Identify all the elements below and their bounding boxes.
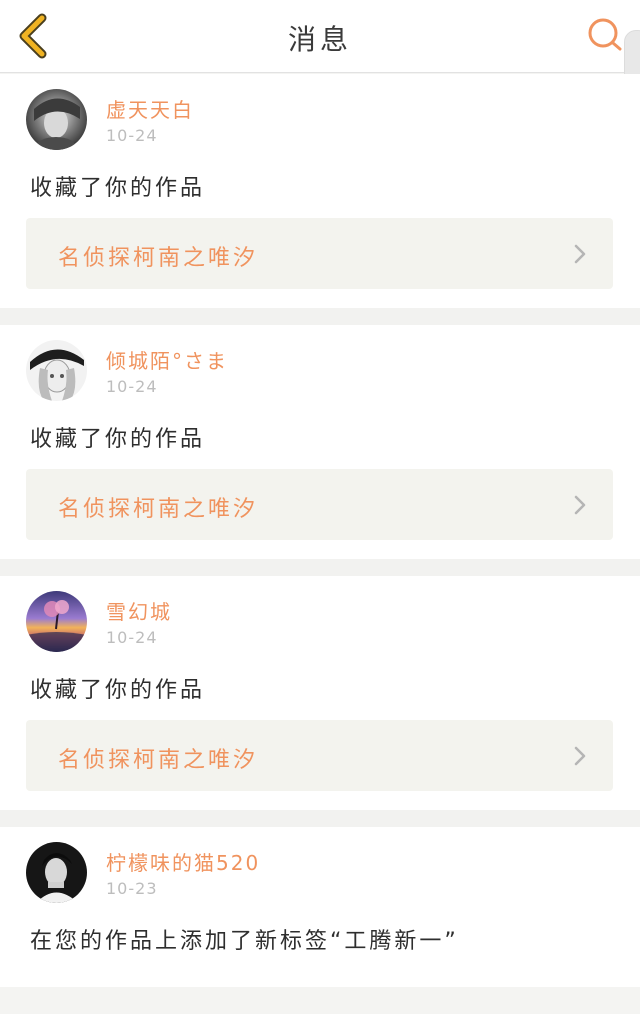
action-text: 收藏了你的作品: [30, 176, 206, 201]
work-title: 名侦探柯南之唯汐: [58, 246, 259, 271]
divider: [0, 308, 640, 325]
search-icon: [588, 18, 622, 51]
username[interactable]: 柠檬味的猫520: [106, 847, 260, 876]
username[interactable]: 虚天天白: [106, 94, 194, 123]
divider: [0, 810, 640, 827]
top-bar: 消息: [0, 0, 640, 160]
action-text: 收藏了你的作品: [30, 678, 206, 703]
list-item: 柠檬味的猫520 10-23 在您的作品上添加了新标签“工腾新一”: [0, 827, 640, 987]
action-text: 收藏了你的作品: [30, 427, 206, 452]
avatar[interactable]: [26, 842, 87, 903]
avatar[interactable]: [26, 591, 87, 652]
timestamp: 10-24: [106, 126, 158, 145]
username[interactable]: 倾城陌°さま: [106, 345, 228, 374]
action-text: 在您的作品上添加了新标签“工腾新一”: [30, 929, 459, 954]
search-button[interactable]: [586, 16, 624, 54]
list-item: 倾城陌°さま 10-24 收藏了你的作品 名侦探柯南之唯汐: [0, 325, 640, 559]
timestamp: 10-24: [106, 628, 158, 647]
avatar[interactable]: [26, 89, 87, 150]
list-item: 虚天天白 10-24 收藏了你的作品 名侦探柯南之唯汐: [0, 74, 640, 308]
page-title: 消息: [287, 23, 352, 56]
divider: [0, 559, 640, 576]
chevron-right-icon: [574, 746, 586, 766]
timestamp: 10-23: [106, 879, 158, 898]
chevron-right-icon: [574, 495, 586, 515]
message-list: 虚天天白 10-24 收藏了你的作品 名侦探柯南之唯汐 倾城陌°さま 10-24: [0, 74, 640, 987]
work-link[interactable]: 名侦探柯南之唯汐: [26, 218, 613, 289]
work-title: 名侦探柯南之唯汐: [58, 497, 259, 522]
avatar[interactable]: [26, 340, 87, 401]
work-link[interactable]: 名侦探柯南之唯汐: [26, 469, 613, 540]
list-item: 雪幻城 10-24 收藏了你的作品 名侦探柯南之唯汐: [0, 576, 640, 810]
chevron-right-icon: [574, 244, 586, 264]
username[interactable]: 雪幻城: [106, 596, 172, 625]
timestamp: 10-24: [106, 377, 158, 396]
work-title: 名侦探柯南之唯汐: [58, 748, 259, 773]
work-link[interactable]: 名侦探柯南之唯汐: [26, 720, 613, 791]
